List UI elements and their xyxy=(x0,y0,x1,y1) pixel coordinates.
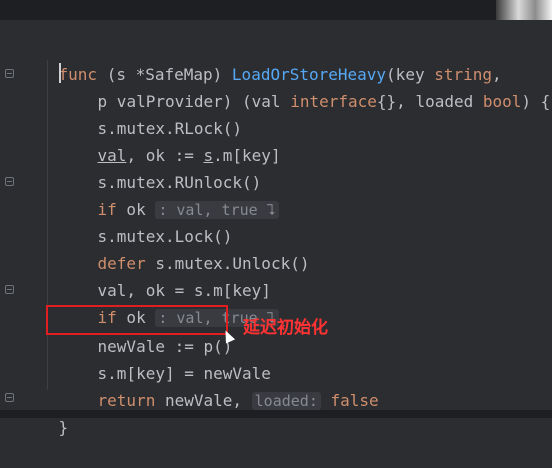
code-line-7[interactable]: s.mutex.Lock() xyxy=(59,196,233,246)
text-caret xyxy=(59,63,61,83)
param-name-hint: loaded: xyxy=(251,392,321,410)
code-line-10[interactable]: if ok : val, true ⮧ xyxy=(59,277,279,327)
highlight-box xyxy=(46,305,228,335)
code-line-12[interactable]: s.m[key] = newVale xyxy=(59,333,271,383)
type-interface: interface xyxy=(290,92,377,111)
indent-guide xyxy=(47,60,48,390)
code-line-9[interactable]: val, ok = s.m[key] xyxy=(59,250,271,300)
return-value: newVale, xyxy=(155,391,252,410)
open-brace: ) { xyxy=(521,92,551,111)
fold-marker-icon[interactable] xyxy=(5,285,14,294)
fold-marker-icon[interactable] xyxy=(5,69,14,78)
code-line-8[interactable]: defer s.mutex.Unlock() xyxy=(59,223,310,273)
fold-marker-icon[interactable] xyxy=(5,393,14,402)
code-line-3[interactable]: s.mutex.RLock() xyxy=(59,88,243,138)
close-brace: } xyxy=(58,418,69,437)
call-parens: () xyxy=(290,254,310,273)
annotation-label: 延迟初始化 xyxy=(243,318,328,338)
code-line-2[interactable]: p valProvider) (val interface{}, loaded … xyxy=(59,61,551,111)
code-line-6[interactable]: if ok : val, true ⮧ xyxy=(59,169,279,219)
code-line-13[interactable]: return newVale, loaded: false xyxy=(59,360,379,410)
code-line-5[interactable]: s.mutex.RUnlock() xyxy=(59,142,262,192)
keyword-false: false xyxy=(320,391,379,410)
code-line-4[interactable]: val, ok := s.m[key] xyxy=(59,115,281,165)
webcam-overlay xyxy=(496,0,552,20)
code-editor[interactable]: func (s *SafeMap) LoadOrStoreHeavy(key s… xyxy=(0,0,552,437)
return-loaded: {}, loaded xyxy=(376,92,483,111)
code-line-1[interactable]: func (s *SafeMap) LoadOrStoreHeavy(key s… xyxy=(20,34,502,84)
bottom-bar xyxy=(0,410,552,418)
fold-marker-icon[interactable] xyxy=(5,177,14,186)
keyword-return: return xyxy=(97,391,156,410)
type-bool: bool xyxy=(482,92,522,111)
top-bar xyxy=(0,0,552,20)
editor-gutter xyxy=(0,20,20,410)
